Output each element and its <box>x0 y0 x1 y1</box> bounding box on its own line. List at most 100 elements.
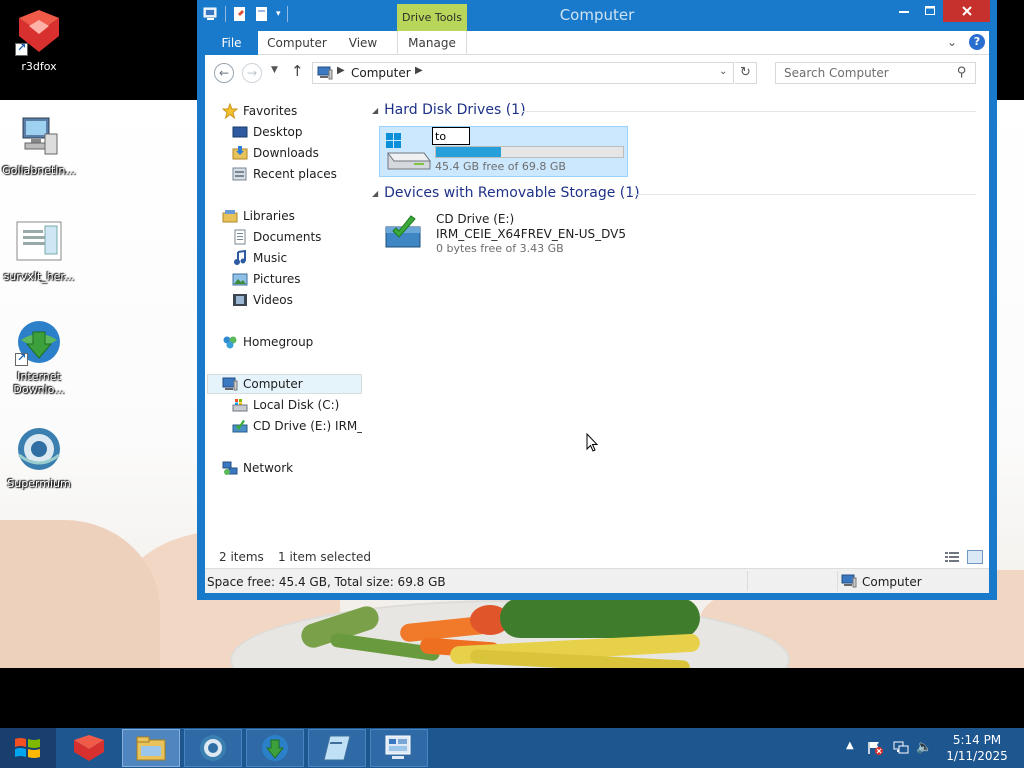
back-button[interactable]: ← <box>214 63 234 83</box>
nav-item-label: Favorites <box>243 104 298 118</box>
nav-item-label: Documents <box>253 230 322 244</box>
nav-item-label: CD Drive (E:) IRM_CEIE_X64FREV_EN-US_DV5 <box>253 419 362 433</box>
group-divider <box>522 111 976 112</box>
action-center-flag-icon[interactable] <box>867 741 883 755</box>
search-input[interactable] <box>776 63 956 83</box>
shortcut-arrow-icon <box>15 41 28 56</box>
internet-download-manager-icon <box>15 318 63 366</box>
customize-qat-icon[interactable]: ▾ <box>276 9 281 19</box>
group-header-removable-storage[interactable]: ◢ Devices with Removable Storage (1) <box>372 183 640 203</box>
volume-icon[interactable]: 🔈 <box>916 740 932 755</box>
drive-tile-cd-drive[interactable]: CD Drive (E:) IRM_CEIE_X64FREV_EN-US_DV5… <box>379 209 639 259</box>
navigation-pane: Favorites Desktop Downloads Recent place… <box>205 91 362 568</box>
desktop-icon-survxlt[interactable]: survxlt_her... <box>1 218 77 283</box>
videos-icon <box>232 292 248 308</box>
desktop-icon-r3dfox[interactable]: r3dfox <box>1 8 77 73</box>
nav-item-local-disk[interactable]: Local Disk (C:) <box>232 395 362 415</box>
nav-item-libraries[interactable]: Libraries <box>222 206 295 226</box>
tab-view[interactable]: View <box>336 31 390 55</box>
windows-logo-icon <box>15 738 40 758</box>
computer-icon[interactable] <box>203 6 219 22</box>
address-dropdown-icon[interactable]: ⌄ <box>719 66 727 77</box>
disk-usage-bar <box>435 146 624 158</box>
collapse-triangle-icon[interactable]: ◢ <box>372 189 378 198</box>
show-hidden-icons-icon[interactable]: ▲ <box>846 740 854 751</box>
tiles-view-icon[interactable] <box>967 550 983 564</box>
new-folder-icon[interactable] <box>254 6 270 22</box>
control-panel-icon <box>385 735 411 759</box>
nav-item-favorites[interactable]: Favorites <box>222 101 297 121</box>
document-icon <box>15 218 63 266</box>
nav-item-downloads[interactable]: Downloads <box>232 143 319 163</box>
start-button[interactable] <box>0 728 56 768</box>
minimize-icon <box>899 11 909 13</box>
nav-item-cd-drive[interactable]: CD Drive (E:) IRM_CEIE_X64FREV_EN-US_DV5 <box>232 416 362 436</box>
taskbar-internet-download-manager[interactable] <box>246 729 304 767</box>
expand-ribbon-icon[interactable]: ⌄ <box>947 35 957 49</box>
tab-computer[interactable]: Computer <box>265 31 329 55</box>
nav-item-documents[interactable]: Documents <box>232 227 321 247</box>
minimize-button[interactable] <box>891 0 917 22</box>
details-view-icon[interactable] <box>944 550 960 564</box>
drive-tile-local-disk[interactable]: 45.4 GB free of 69.8 GB <box>379 126 628 177</box>
refresh-button[interactable]: ↻ <box>735 62 757 84</box>
supermium-icon <box>200 735 226 761</box>
refresh-icon: ↻ <box>740 65 751 80</box>
taskbar-r3dfox[interactable] <box>60 729 118 767</box>
clock-time[interactable]: 5:14 PM <box>942 733 1012 747</box>
group-header-hard-disk-drives[interactable]: ◢ Hard Disk Drives (1) <box>372 100 526 120</box>
nav-item-recent-places[interactable]: Recent places <box>232 164 337 184</box>
properties-icon[interactable] <box>232 6 248 22</box>
taskbar-file-explorer[interactable] <box>122 729 180 767</box>
desktop-icon-label: Supermium <box>7 477 71 490</box>
breadcrumb-computer[interactable]: Computer <box>351 66 411 80</box>
explorer-window: ▾ Drive Tools Computer File Computer Vie… <box>197 0 997 600</box>
cd-drive-free-space: 0 bytes free of 3.43 GB <box>436 242 564 255</box>
nav-item-pictures[interactable]: Pictures <box>232 269 301 289</box>
nav-item-label: Videos <box>253 293 293 307</box>
up-arrow-icon[interactable]: ↑ <box>291 62 304 80</box>
nav-item-homegroup[interactable]: Homegroup <box>222 332 313 352</box>
nav-item-network[interactable]: Network <box>222 458 293 478</box>
taskbar-control-panel[interactable] <box>370 729 428 767</box>
window-title: Computer <box>559 6 635 24</box>
desktop-icon <box>232 124 248 140</box>
quick-access-toolbar: ▾ <box>203 6 288 22</box>
notepad-icon <box>323 735 351 761</box>
desktop-icon-gollabnetln[interactable]: Gollabnetln... <box>1 112 77 177</box>
forward-button[interactable]: → <box>242 63 262 83</box>
space-summary: Space free: 45.4 GB, Total size: 69.8 GB <box>207 575 446 589</box>
search-box[interactable]: ⚲ <box>775 62 976 84</box>
search-icon[interactable]: ⚲ <box>957 65 967 80</box>
title-bar[interactable]: ▾ Drive Tools Computer <box>197 0 997 31</box>
nav-item-videos[interactable]: Videos <box>232 290 293 310</box>
taskbar-supermium[interactable] <box>184 729 242 767</box>
network-icon <box>222 460 238 476</box>
nav-item-computer[interactable]: Computer <box>207 374 362 394</box>
computer-icon <box>222 376 238 392</box>
file-list-pane[interactable]: ◢ Hard Disk Drives (1) to 45.4 GB free o… <box>362 91 989 568</box>
breadcrumb-chevron-icon[interactable]: ▶ <box>415 65 423 76</box>
recent-locations-dropdown-icon[interactable]: ▼ <box>271 65 278 75</box>
close-button[interactable] <box>943 0 990 22</box>
nav-item-label: Local Disk (C:) <box>253 398 340 412</box>
desktop-icon-internet-download[interactable]: Internet Downlo... <box>1 318 77 396</box>
nav-item-music[interactable]: Music <box>232 248 287 268</box>
cd-drive-icon <box>232 418 248 434</box>
system-tray: ▲ 🔈 5:14 PM 1/11/2025 <box>840 728 1024 768</box>
address-bar[interactable]: ▶ Computer ▶ ⌄ <box>312 62 734 84</box>
help-icon[interactable]: ? <box>969 34 985 50</box>
tab-manage[interactable]: Manage <box>397 31 467 55</box>
rename-input[interactable] <box>432 127 470 145</box>
maximize-button[interactable] <box>917 0 943 22</box>
tab-file[interactable]: File <box>205 31 258 55</box>
taskbar-notepad[interactable] <box>308 729 366 767</box>
nav-item-desktop[interactable]: Desktop <box>232 122 303 142</box>
network-tray-icon[interactable] <box>893 741 909 755</box>
desktop-icon-supermium[interactable]: Supermium <box>1 425 77 490</box>
local-disk-icon <box>384 131 432 173</box>
collapse-triangle-icon[interactable]: ◢ <box>372 106 378 115</box>
clock-date[interactable]: 1/11/2025 <box>942 749 1012 763</box>
shortcut-arrow-icon <box>15 351 28 366</box>
breadcrumb-chevron-icon[interactable]: ▶ <box>337 65 345 76</box>
